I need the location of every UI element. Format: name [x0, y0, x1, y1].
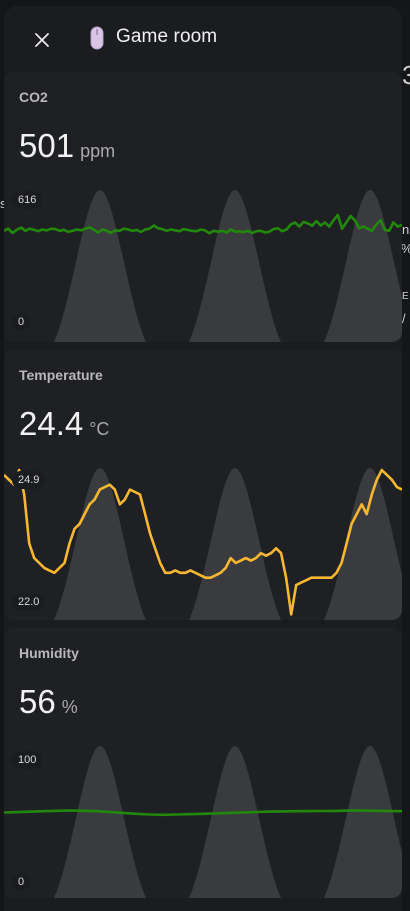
value-number: 56 [19, 683, 56, 720]
history-line [4, 213, 402, 235]
dialog-header: Game room [4, 6, 402, 68]
y-axis-max-label: 100 [12, 751, 43, 769]
background-text-fragment: % [401, 241, 410, 256]
value-number: 501 [19, 127, 75, 164]
humidity-history-chart [4, 746, 402, 898]
daylight-band [54, 190, 146, 342]
value-number: 24.4 [19, 405, 84, 442]
value-unit: % [61, 697, 78, 717]
card-label: Temperature [19, 367, 103, 383]
y-axis-min-label: 22.0 [12, 593, 46, 611]
dialog-title: Game room [116, 26, 218, 47]
card-value: 501 ppm [19, 127, 115, 165]
y-axis-min-label: 0 [12, 313, 31, 331]
value-unit: °C [89, 419, 110, 439]
computer-mouse-icon [90, 26, 104, 50]
daylight-band [189, 746, 281, 898]
y-axis-min-label: 0 [12, 873, 31, 891]
history-line [4, 809, 402, 817]
background-text-fragment: E [402, 291, 409, 302]
co2-history-chart [4, 190, 402, 342]
humidity-card[interactable]: Humidity 56 % 100 0 [4, 628, 402, 898]
card-label: CO2 [19, 89, 48, 105]
temperature-history-chart [4, 468, 402, 620]
close-icon [35, 33, 49, 47]
co2-card[interactable]: CO2 501 ppm 616 0 [4, 72, 402, 342]
daylight-band [324, 746, 402, 898]
background-text-fragment: n [402, 222, 410, 237]
daylight-band [54, 746, 146, 898]
temperature-card[interactable]: Temperature 24.4 °C 24.9 22.0 [4, 350, 402, 620]
card-value: 56 % [19, 683, 78, 721]
y-axis-max-label: 24.9 [12, 471, 46, 489]
daylight-band [324, 190, 402, 342]
background-text-fragment: / [402, 311, 406, 326]
card-label: Humidity [19, 645, 79, 661]
daylight-band [189, 468, 281, 620]
daylight-band [189, 190, 281, 342]
card-value: 24.4 °C [19, 405, 109, 443]
y-axis-max-label: 616 [12, 191, 43, 209]
value-unit: ppm [80, 141, 116, 161]
background-text-fragment: 3 [402, 60, 410, 90]
close-button[interactable] [28, 26, 56, 54]
daylight-band [324, 468, 402, 620]
